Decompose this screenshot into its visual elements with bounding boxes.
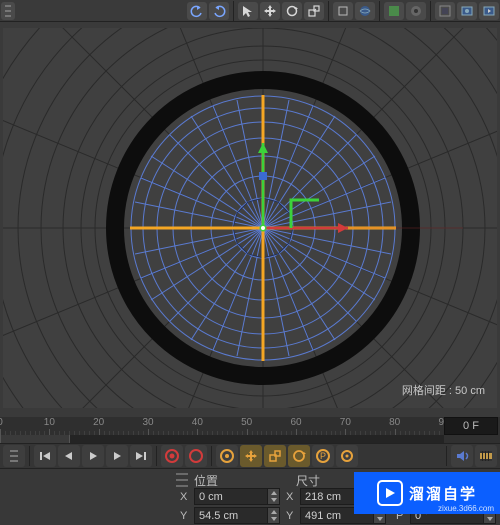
position-header: 位置 [194, 472, 218, 489]
watermark-play-icon [377, 480, 403, 506]
timeline-tick-label: 40 [187, 417, 207, 428]
sound-button[interactable] [451, 445, 473, 467]
toolbar-move-button[interactable] [260, 2, 280, 20]
record-button[interactable] [161, 445, 183, 467]
timeline-tick-label: 30 [138, 417, 158, 428]
timeline-tick-label: 80 [385, 417, 405, 428]
timeline-tick-label: 10 [39, 417, 59, 428]
y-label: Y [180, 510, 194, 522]
toolbar-generator-button[interactable] [384, 2, 404, 20]
timeline-tick-label: 60 [286, 417, 306, 428]
timeline-tick-label: 70 [335, 417, 355, 428]
grid-spacing-label: 网格间距 : 50 cm [402, 382, 485, 398]
goto-end-button[interactable] [130, 445, 152, 467]
toolbar-render-settings-button[interactable] [479, 2, 499, 20]
x-label: X [180, 491, 194, 503]
next-frame-button[interactable] [106, 445, 128, 467]
scrubber-knob[interactable] [0, 435, 70, 443]
timeline-tick-label: 50 [237, 417, 257, 428]
timeline-tick-label: 0 [0, 417, 10, 428]
position-x-field[interactable]: 0 cm [194, 488, 268, 505]
goto-start-button[interactable] [34, 445, 56, 467]
top-toolbar [0, 0, 500, 22]
toolbar-scale-button[interactable] [304, 2, 324, 20]
viewport[interactable]: 网格间距 : 50 cm [0, 22, 500, 417]
position-x-spinner[interactable] [268, 488, 280, 505]
timeline-ruler[interactable]: 0102030405060708090 [0, 417, 500, 435]
size-x-label: X [286, 491, 300, 503]
key-scale-button[interactable] [264, 445, 286, 467]
viewport-wireframe [3, 28, 497, 408]
panel-grip-icon[interactable] [1, 2, 15, 20]
viewport-canvas[interactable]: 网格间距 : 50 cm [3, 28, 497, 408]
position-y-spinner[interactable] [268, 507, 280, 524]
watermark-url: zixue.3d66.com [438, 504, 494, 513]
toolbar-config-button[interactable] [406, 2, 426, 20]
size-header: 尺寸 [296, 472, 320, 489]
key-position-button[interactable] [240, 445, 262, 467]
toolbar-rotate-button[interactable] [282, 2, 302, 20]
toolbar-select-button[interactable] [238, 2, 258, 20]
panel-grip-icon[interactable] [3, 445, 25, 467]
svg-text:P: P [320, 451, 326, 461]
panel-grip-icon[interactable] [176, 473, 188, 487]
keyframe-selection-button[interactable] [216, 445, 238, 467]
toolbar-axis-lock-button[interactable] [333, 2, 353, 20]
key-pla-button[interactable] [336, 445, 358, 467]
size-y-label: Y [286, 510, 300, 522]
play-button[interactable] [82, 445, 104, 467]
frame-readout-field[interactable]: 0 F [444, 417, 498, 435]
transport-toolbar: P [0, 443, 500, 469]
watermark-badge: 溜溜自学 zixue.3d66.com [354, 472, 500, 514]
toolbar-coord-button[interactable] [355, 2, 375, 20]
make-preview-button[interactable] [475, 445, 497, 467]
timeline-scrubber[interactable] [0, 435, 444, 443]
key-parameter-button[interactable]: P [312, 445, 334, 467]
watermark-brand: 溜溜自学 [409, 483, 477, 504]
timeline-tick-label: 20 [89, 417, 109, 428]
toolbar-redo-button[interactable] [209, 2, 229, 20]
key-rotation-button[interactable] [288, 445, 310, 467]
autokey-button[interactable] [185, 445, 207, 467]
toolbar-render-region-button[interactable] [435, 2, 455, 20]
toolbar-undo-button[interactable] [187, 2, 207, 20]
prev-frame-button[interactable] [58, 445, 80, 467]
position-y-field[interactable]: 54.5 cm [194, 507, 268, 524]
toolbar-render-button[interactable] [457, 2, 477, 20]
